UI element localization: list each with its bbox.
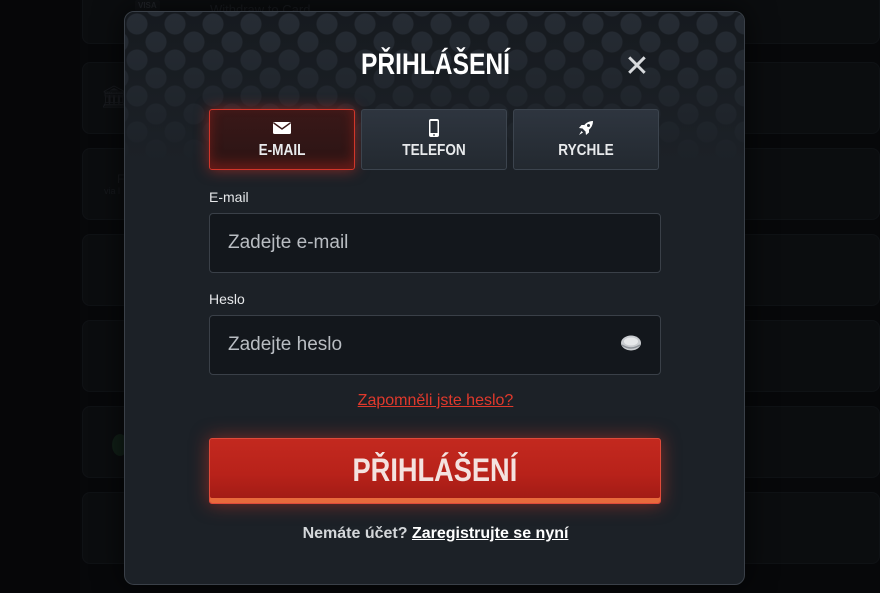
email-label: E-mail xyxy=(209,189,249,205)
tab-email[interactable]: E-MAIL xyxy=(209,109,355,170)
phone-icon xyxy=(429,119,439,137)
login-button-label: PŘIHLÁŠENÍ xyxy=(352,452,518,488)
register-link[interactable]: Zaregistrujte se nyní xyxy=(412,525,569,542)
login-method-tabs: E-MAIL TELEFON RYCHLE xyxy=(209,109,661,171)
email-field[interactable] xyxy=(209,213,661,273)
tab-phone[interactable]: TELEFON xyxy=(361,109,507,170)
tab-label: RYCHLE xyxy=(558,142,614,159)
login-button[interactable]: PŘIHLÁŠENÍ xyxy=(209,438,661,504)
envelope-icon xyxy=(273,122,291,134)
close-icon: ✕ xyxy=(624,50,650,83)
modal-title: PŘIHLÁŠENÍ xyxy=(361,48,510,81)
close-button[interactable]: ✕ xyxy=(621,52,653,84)
login-modal: PŘIHLÁŠENÍ ✕ E-MAIL TELEFON RYCHLE E-mai… xyxy=(124,11,745,585)
eye-icon[interactable] xyxy=(619,333,643,353)
forgot-password-link[interactable]: Zapomněli jste heslo? xyxy=(125,392,744,410)
tab-quick[interactable]: RYCHLE xyxy=(513,109,659,170)
register-prompt: Nemáte účet? Zaregistrujte se nyní xyxy=(125,525,744,543)
rocket-icon xyxy=(579,121,593,135)
register-question: Nemáte účet? xyxy=(302,525,408,542)
password-field[interactable] xyxy=(209,315,661,375)
tab-label: TELEFON xyxy=(402,142,466,159)
tab-label: E-MAIL xyxy=(258,142,306,159)
password-label: Heslo xyxy=(209,291,245,307)
